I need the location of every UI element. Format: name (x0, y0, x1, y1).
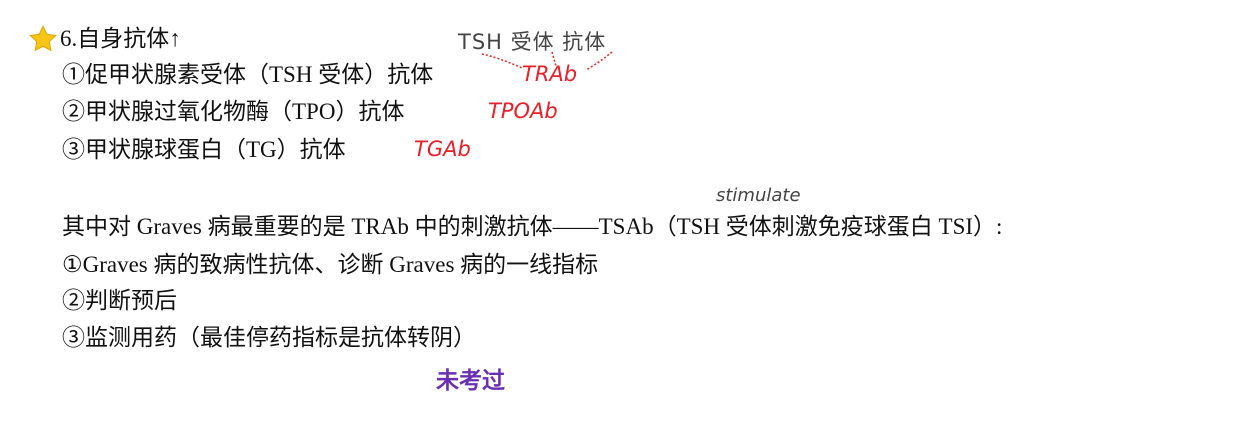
antibody-item-tpoab: ②甲状腺过氧化物酶（TPO）抗体 (62, 97, 404, 127)
section-heading: 6.自身抗体↑ (28, 24, 181, 54)
heading-text: 6.自身抗体↑ (60, 26, 181, 51)
use-item-diagnosis: ①Graves 病的致病性抗体、诊断 Graves 病的一线指标 (62, 250, 598, 280)
use-text: ③监测用药（最佳停药指标是抗体转阴） (62, 325, 476, 350)
antibody-item-tgab: ③甲状腺球蛋白（TG）抗体 (62, 135, 346, 165)
summary-text: 其中对 Graves 病最重要的是 TRAb 中的刺激抗体——TSAb（TSH … (62, 214, 1003, 239)
antibody-label: ②甲状腺过氧化物酶（TPO）抗体 (62, 99, 405, 124)
handwritten-tgab-note: TGAb (414, 137, 471, 161)
handwritten-trab-note: TRAb (522, 62, 578, 86)
use-item-monitoring: ③监测用药（最佳停药指标是抗体转阴） (62, 323, 476, 353)
use-text: ①Graves 病的致病性抗体、诊断 Graves 病的一线指标 (62, 252, 599, 277)
star-icon (29, 25, 57, 52)
antibody-label: ③甲状腺球蛋白（TG）抗体 (62, 137, 346, 162)
antibody-label: ①促甲状腺素受体（TSH 受体）抗体 (62, 62, 434, 87)
use-text: ②判断预后 (62, 288, 177, 313)
handwritten-not-tested-note: 未考过 (436, 368, 505, 394)
handwritten-tsh-annotation: TSH 受体 抗体 (458, 30, 607, 54)
tsab-summary: 其中对 Graves 病最重要的是 TRAb 中的刺激抗体——TSAb（TSH … (62, 212, 1002, 242)
handwritten-stimulate-note: stimulate (716, 185, 801, 206)
handwritten-tpoab-note: TPOAb (488, 99, 558, 123)
connector-tsh (481, 53, 523, 69)
antibody-item-trab: ①促甲状腺素受体（TSH 受体）抗体 (62, 60, 433, 90)
use-item-prognosis: ②判断预后 (62, 286, 177, 316)
